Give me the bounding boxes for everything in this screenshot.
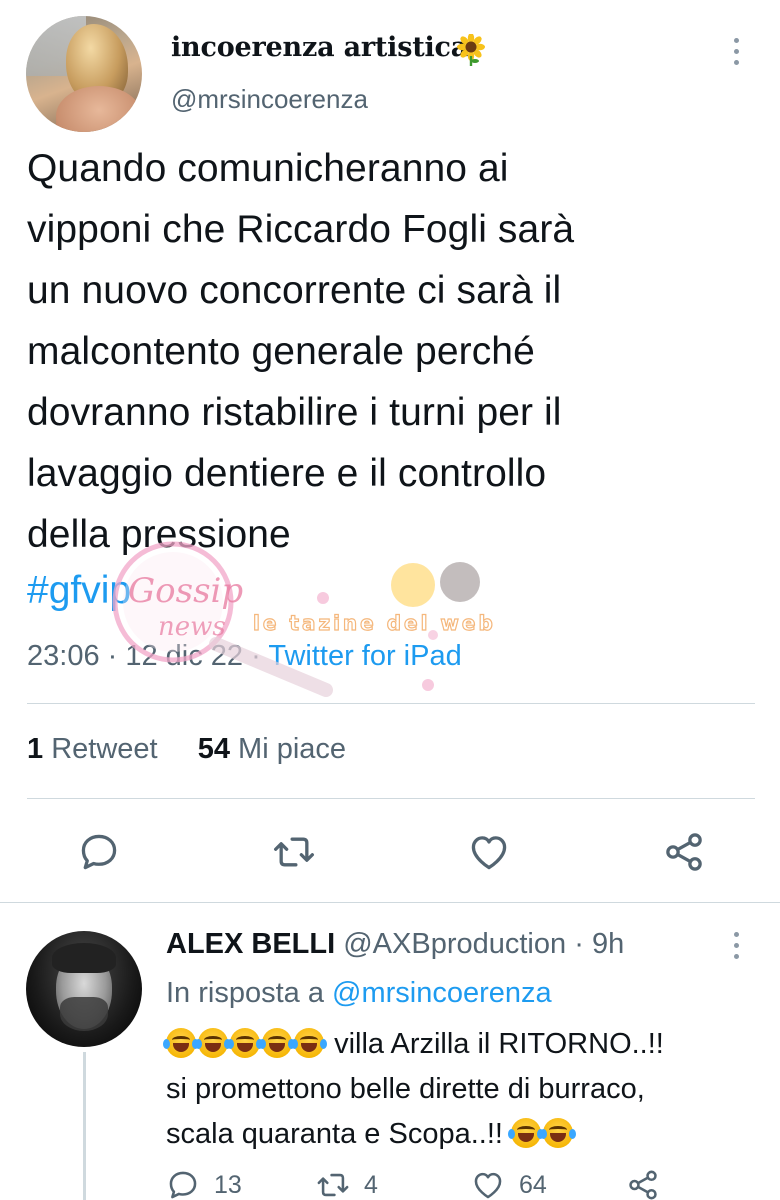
tweet-text: Quando comunicheranno ai vipponi che Ric…: [27, 147, 575, 556]
reply-share-button[interactable]: [626, 1168, 674, 1200]
reply-text: villa Arzilla il RITORNO..!! si prometto…: [163, 1022, 756, 1157]
reply-author-handle[interactable]: @AXBproduction: [343, 928, 566, 960]
face-with-tears-of-joy-icon: [195, 1028, 231, 1058]
reply-icon: [81, 834, 117, 870]
share-button[interactable]: [662, 830, 706, 874]
meta-separator: ·: [574, 928, 584, 960]
watermark-logo: Gossip news le tazine del web: [112, 541, 496, 697]
retweet-button[interactable]: [272, 830, 316, 874]
tweet-meta: 23:06 · 12 dic 22 · Twitter for iPad: [27, 640, 462, 673]
reply-time: 9h: [591, 928, 625, 960]
author-avatar[interactable]: [26, 16, 142, 132]
reply-retweet-button[interactable]: 4: [316, 1168, 378, 1200]
like-icon: [471, 836, 507, 870]
face-with-tears-of-joy-icon: [540, 1118, 577, 1148]
tweet-time: 23:06: [27, 640, 100, 672]
divider: [27, 798, 755, 799]
more-options-icon[interactable]: [730, 38, 742, 68]
reply-actions: 13 4 64: [166, 1168, 726, 1200]
meta-separator: ·: [107, 640, 126, 672]
reply-to-label: In risposta a: [166, 977, 324, 1009]
retweet-icon: [274, 837, 314, 867]
svg-text:news: news: [158, 612, 226, 642]
tweet-stats: 1 Retweet 54 Mi piace: [27, 733, 346, 766]
reply-like-count: 64: [519, 1170, 547, 1199]
retweet-stat[interactable]: 1 Retweet: [27, 733, 158, 765]
reply-like-button[interactable]: 64: [471, 1168, 547, 1200]
reply-author-name[interactable]: ALEX BELLI: [166, 928, 335, 960]
reply-text-line: villa Arzilla il RITORNO..!!: [334, 1028, 664, 1060]
face-with-tears-of-joy-icon: [508, 1118, 545, 1148]
face-with-tears-of-joy-icon: [259, 1028, 295, 1058]
reply-to-mention[interactable]: @mrsincoerenza: [332, 977, 552, 1009]
more-options-icon[interactable]: [730, 932, 742, 962]
svg-text:Gossip: Gossip: [128, 571, 243, 611]
face-with-tears-of-joy-icon: [227, 1028, 263, 1058]
retweet-icon: [317, 1173, 349, 1197]
svg-text:le tazine del web: le tazine del web: [253, 611, 496, 635]
reply-button[interactable]: [77, 830, 121, 874]
reply-retweet-count: 4: [364, 1170, 378, 1199]
face-with-tears-of-joy-icon: [163, 1028, 199, 1058]
author-name[interactable]: incoerenza artistica: [171, 32, 468, 63]
reply-reply-button[interactable]: 13: [166, 1168, 242, 1200]
hashtag-link[interactable]: #gfvip: [27, 569, 131, 613]
share-icon: [629, 1170, 657, 1200]
reply-icon: [169, 1171, 197, 1199]
like-stat[interactable]: 54 Mi piace: [198, 733, 346, 765]
reply-to-line: In risposta a @mrsincoerenza: [166, 977, 552, 1010]
reply-text-line: si promettono belle dirette di burraco,: [166, 1073, 645, 1105]
author-handle[interactable]: @mrsincoerenza: [171, 84, 368, 115]
reply-header: ALEX BELLI @AXBproduction · 9h: [166, 928, 624, 961]
share-icon: [666, 833, 702, 871]
divider: [27, 703, 755, 704]
sunflower-icon: [457, 34, 485, 66]
reply-text-line: scala quaranta e Scopa..!!: [166, 1118, 503, 1150]
tweet-source-link[interactable]: Twitter for iPad: [268, 640, 461, 672]
reply-author-avatar[interactable]: [26, 931, 142, 1047]
tweet-date: 12 dic 22: [125, 640, 244, 672]
face-with-tears-of-joy-icon: [291, 1028, 327, 1058]
like-button[interactable]: [467, 830, 511, 874]
reply-count: 13: [214, 1170, 242, 1199]
tweet-detail-page: incoerenza artistica @mrsincoerenza Quan…: [0, 0, 780, 1200]
like-icon: [474, 1172, 502, 1199]
meta-separator: ·: [251, 640, 269, 672]
divider: [0, 902, 780, 903]
thread-line: [83, 1052, 86, 1200]
